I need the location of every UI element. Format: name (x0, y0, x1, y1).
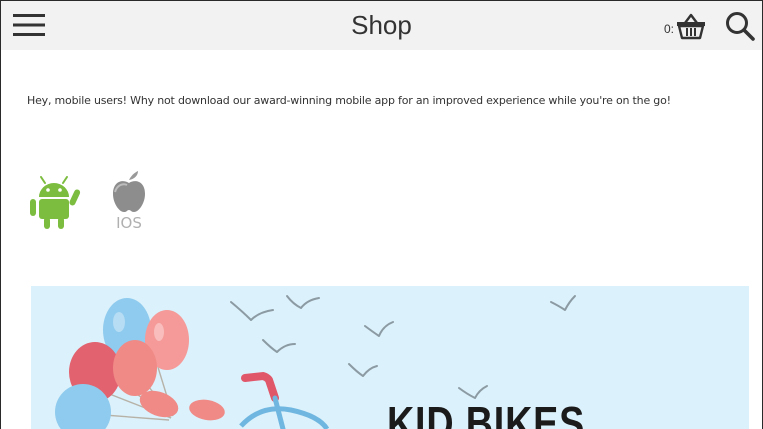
ios-label: IOS (116, 214, 142, 232)
bike-illustration (239, 371, 330, 429)
birds-illustration (230, 295, 576, 399)
balloons-illustration (55, 298, 225, 429)
cart-button[interactable]: 0: (664, 11, 706, 41)
search-icon[interactable] (724, 10, 756, 42)
basket-icon (677, 13, 705, 40)
app-frame: Shop 0: Hey, mobile users! Why not downl… (0, 0, 763, 429)
banner-headline: KID BIKES (387, 397, 586, 429)
apple-icon (113, 171, 145, 212)
ios-app-link[interactable]: IOS (105, 170, 153, 236)
top-bar: Shop 0: (1, 0, 762, 50)
app-promo-message: Hey, mobile users! Why not download our … (27, 94, 671, 107)
cart-count: 0: (663, 22, 674, 36)
kid-bikes-banner[interactable]: KID BIKES (31, 286, 749, 429)
page-title: Shop (351, 10, 412, 40)
android-icon[interactable] (27, 175, 83, 231)
